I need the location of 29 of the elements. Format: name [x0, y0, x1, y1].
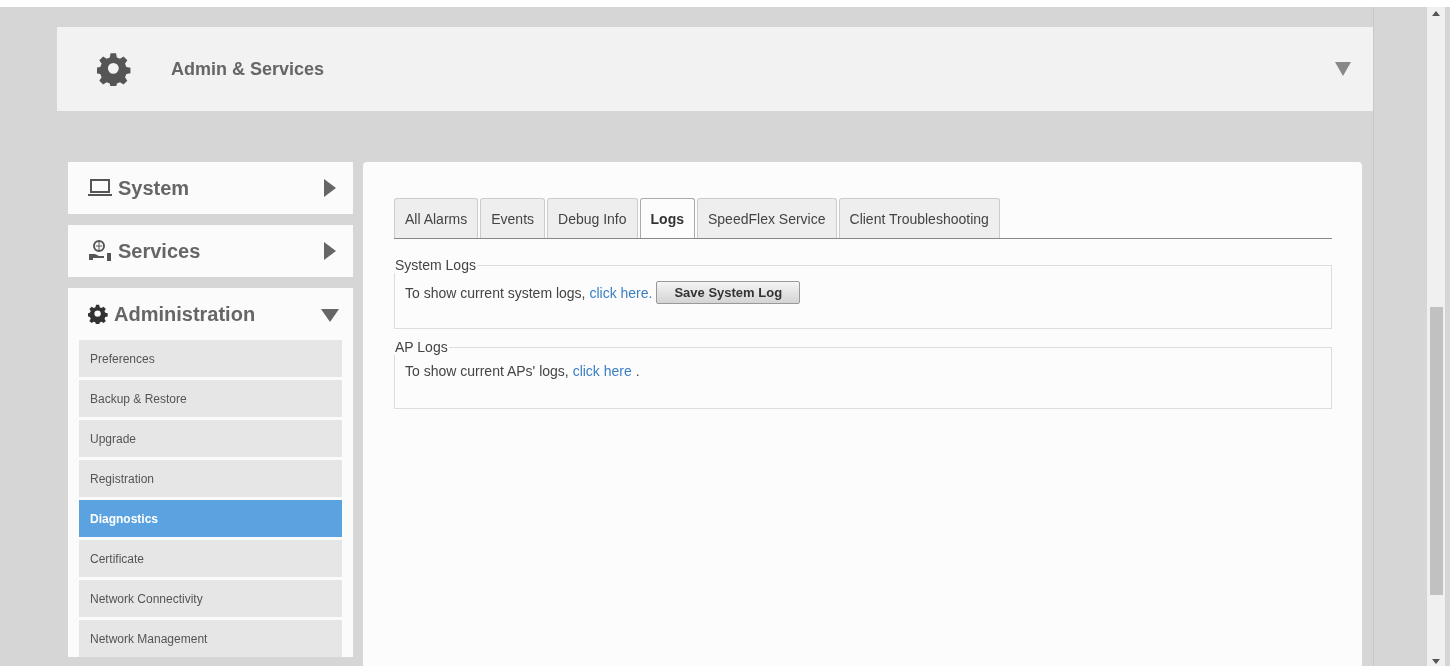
tab[interactable]: Debug Info [547, 198, 638, 238]
settings-icon [97, 52, 131, 86]
click-here-link[interactable]: click here [572, 363, 632, 379]
tab[interactable]: Events [480, 198, 546, 238]
tab[interactable]: SpeedFlex Service [697, 198, 837, 238]
sidebar-item[interactable]: Backup & Restore [79, 380, 342, 417]
scrollbar[interactable] [1427, 7, 1445, 666]
laptop-icon [88, 179, 112, 197]
tab[interactable]: All Alarms [394, 198, 479, 238]
group-legend: System Logs [394, 257, 477, 273]
tab[interactable]: Logs [639, 198, 695, 238]
sidebar-item[interactable]: Upgrade [79, 420, 342, 457]
gear-icon [88, 304, 108, 324]
header-title: Admin & Services [171, 58, 326, 80]
scroll-up-icon[interactable] [1432, 11, 1440, 16]
sidebar-item[interactable]: Network Management [79, 620, 342, 657]
sidebar-item[interactable]: Registration [79, 460, 342, 497]
click-here-link[interactable]: click here. [589, 284, 653, 301]
hand-globe-icon [88, 240, 112, 262]
sidebar-item[interactable]: Certificate [79, 540, 342, 577]
tab[interactable]: Client Troubleshooting [838, 198, 1000, 238]
collapse-toggle-icon[interactable] [1335, 62, 1351, 76]
sidebar-item[interactable]: Preferences [79, 340, 342, 377]
save-log-button[interactable]: Save System Log [656, 281, 801, 304]
sidebar-item[interactable]: Network Connectivity [79, 580, 342, 617]
scroll-down-icon[interactable] [1432, 659, 1440, 664]
instruction-text: To show current APs' logs, click here . [405, 363, 640, 379]
instruction-text: To show current system logs, click here. [405, 284, 653, 301]
group-legend: AP Logs [394, 339, 449, 355]
